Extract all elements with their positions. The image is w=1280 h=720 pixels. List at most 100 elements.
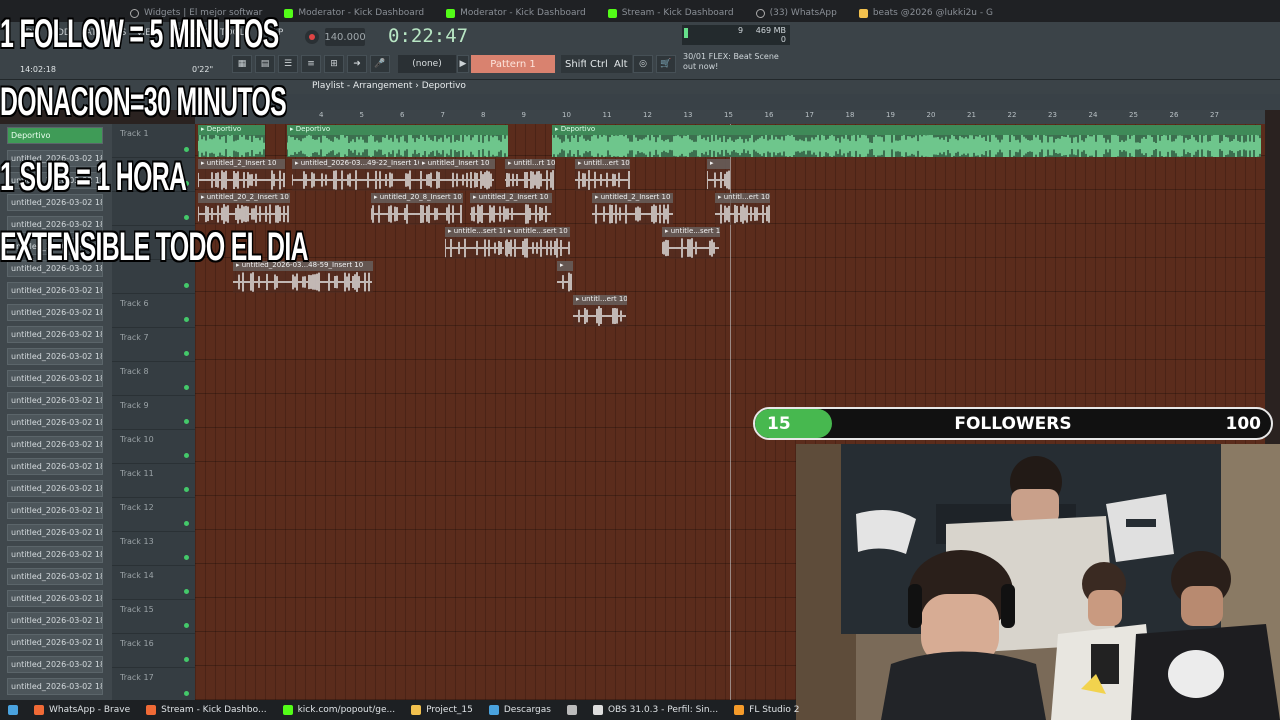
track-header[interactable]: Track 6 xyxy=(112,294,195,328)
pattern-item[interactable]: untitled_2026-03-02 18- xyxy=(7,392,103,409)
taskbar-item[interactable]: kick.com/popout/ge... xyxy=(275,700,404,720)
audio-clip[interactable]: ▸ untitl...ert 10 xyxy=(715,193,770,225)
track-header[interactable]: Track 10 xyxy=(112,430,195,464)
audio-clip[interactable]: ▸ untitled_2_Insert 10 xyxy=(592,193,673,225)
pattern-item[interactable]: untitled_2026-03-02 18- xyxy=(7,304,103,321)
tool-piano-roll-icon[interactable]: ▤ xyxy=(255,55,275,73)
alt-modifier-button[interactable]: Alt xyxy=(610,55,632,73)
song-time-display[interactable]: 0:22:47 xyxy=(388,24,468,48)
audio-clip[interactable]: ▸ untitl...ert 10 xyxy=(573,295,627,327)
audio-clip[interactable]: ▸ untitled_20_8_Insert 10 xyxy=(371,193,463,225)
start-button[interactable] xyxy=(0,700,26,720)
browser-tab[interactable]: Moderator - Kick Dashboard xyxy=(436,4,596,22)
online-icon[interactable]: ◎ xyxy=(633,55,653,73)
audio-clip[interactable]: ▸ xyxy=(707,159,730,191)
ctrl-modifier-button[interactable]: Ctrl xyxy=(586,55,612,73)
audio-clip[interactable]: ▸ Deportivo xyxy=(287,125,508,157)
track-mute-led[interactable] xyxy=(184,555,189,560)
browser-tab[interactable]: (33) WhatsApp xyxy=(746,4,847,22)
tool-playlist-icon[interactable]: ☰ xyxy=(278,55,298,73)
track-header[interactable]: Track 1 xyxy=(112,124,195,158)
audio-clip[interactable]: ▸ untitled_2026-03...49-22_Insert 10 xyxy=(292,159,419,191)
pattern-item[interactable]: untitled_2026-03-02 18- xyxy=(7,436,103,453)
play-pattern-icon[interactable]: ▶ xyxy=(457,55,469,73)
pattern-selector[interactable]: Pattern 1 xyxy=(471,55,555,73)
pattern-item[interactable]: untitled_2026-03-02 18- xyxy=(7,612,103,629)
pattern-item[interactable]: untitled_2026-03-02 18- xyxy=(7,502,103,519)
audio-clip[interactable]: ▸ untitle...sert 10 xyxy=(505,227,570,259)
track-mute-led[interactable] xyxy=(184,147,189,152)
track-mute-led[interactable] xyxy=(184,317,189,322)
track-mute-led[interactable] xyxy=(184,623,189,628)
tempo-display[interactable]: 140.000 xyxy=(324,28,366,46)
taskbar-item[interactable]: WhatsApp - Brave xyxy=(26,700,138,720)
pattern-item[interactable]: untitled_2026-03-02 18- xyxy=(7,546,103,563)
tool-mixer-icon[interactable]: ≡ xyxy=(301,55,321,73)
taskbar-item[interactable]: Stream - Kick Dashbo... xyxy=(138,700,274,720)
shop-icon[interactable]: 🛒 xyxy=(656,55,676,73)
audio-clip[interactable]: ▸ untitled_20_2_Insert 10 xyxy=(198,193,290,225)
pattern-item[interactable]: untitled_2026-03-02 18- xyxy=(7,326,103,343)
track-mute-led[interactable] xyxy=(184,351,189,356)
pattern-item[interactable]: untitled_2026-03-02 18- xyxy=(7,568,103,585)
audio-clip[interactable]: ▸ untitle...sert 10 xyxy=(445,227,505,259)
audio-clip[interactable]: ▸ Deportivo xyxy=(552,125,1261,157)
pattern-item[interactable]: untitled_2026-03-02 18- xyxy=(7,370,103,387)
pattern-item[interactable]: untitled_2026-03-02 18- xyxy=(7,634,103,651)
track-header[interactable]: Track 9 xyxy=(112,396,195,430)
pattern-item[interactable]: untitled_2026-03-02 18- xyxy=(7,458,103,475)
taskbar-item[interactable] xyxy=(559,700,585,720)
pattern-item[interactable]: untitled_2026-03-02 18- xyxy=(7,590,103,607)
track-header[interactable]: Track 16 xyxy=(112,634,195,668)
track-header[interactable]: Track 15 xyxy=(112,600,195,634)
tool-step-sequencer-icon[interactable]: ▦ xyxy=(232,55,252,73)
audio-clip[interactable]: ▸ Deportivo xyxy=(198,125,265,157)
pattern-item[interactable]: untitled_2026-03-02 18- xyxy=(7,656,103,673)
timeline-ruler[interactable]: 4 5 6 7 8 9 10 11 12 13 15 16 17 18 19 20 21 22 23 24 25 26 27 xyxy=(195,110,1265,124)
news-panel[interactable]: 30/01 FLEX: Beat Scene out now! xyxy=(683,52,783,72)
pattern-item[interactable]: untitled_2026-03-02 18- xyxy=(7,678,103,695)
audio-clip[interactable]: ▸ xyxy=(557,261,573,293)
track-mute-led[interactable] xyxy=(184,691,189,696)
track-header[interactable]: Track 8 xyxy=(112,362,195,396)
audio-clip[interactable]: ▸ untitl...rt 10 xyxy=(505,159,555,191)
snap-selector[interactable]: (none) xyxy=(398,55,456,73)
pattern-item-selected[interactable]: Deportivo xyxy=(7,127,103,144)
playlist-breadcrumb[interactable]: Playlist - Arrangement › Deportivo xyxy=(312,81,466,91)
taskbar-item[interactable]: FL Studio 2 xyxy=(726,700,807,720)
tool-browser-icon[interactable]: ➜ xyxy=(347,55,367,73)
browser-tab[interactable]: Stream - Kick Dashboard xyxy=(598,4,744,22)
taskbar-item[interactable]: Descargas xyxy=(481,700,559,720)
pattern-item[interactable]: untitled_2026-03-02 18- xyxy=(7,282,103,299)
track-mute-led[interactable] xyxy=(184,385,189,390)
track-header[interactable]: Track 14 xyxy=(112,566,195,600)
audio-clip[interactable]: ▸ untitled_2_Insert 10 xyxy=(470,193,552,225)
track-mute-led[interactable] xyxy=(184,589,189,594)
microphone-icon[interactable]: 🎤 xyxy=(370,55,390,73)
taskbar-item[interactable]: OBS 31.0.3 - Perfil: Sin... xyxy=(585,700,726,720)
audio-clip[interactable]: ▸ untitled_Insert 10 xyxy=(419,159,495,191)
record-button[interactable] xyxy=(305,30,319,44)
track-header[interactable]: Track 17 xyxy=(112,668,195,702)
audio-clip[interactable]: ▸ untitle...sert 10 xyxy=(662,227,720,259)
track-mute-led[interactable] xyxy=(184,521,189,526)
track-mute-led[interactable] xyxy=(184,657,189,662)
tool-channel-rack-icon[interactable]: ⊞ xyxy=(324,55,344,73)
audio-clip[interactable]: ▸ untitled_2_Insert 10 xyxy=(198,159,285,191)
track-header[interactable]: Track 13 xyxy=(112,532,195,566)
pattern-item[interactable]: untitled_2026-03-02 18- xyxy=(7,524,103,541)
track-mute-led[interactable] xyxy=(184,215,189,220)
pattern-item[interactable]: untitled_2026-03-02 18- xyxy=(7,414,103,431)
track-header[interactable]: Track 11 xyxy=(112,464,195,498)
track-mute-led[interactable] xyxy=(184,283,189,288)
track-header[interactable]: Track 12 xyxy=(112,498,195,532)
pattern-item[interactable]: untitled_2026-03-02 18- xyxy=(7,348,103,365)
track-mute-led[interactable] xyxy=(184,453,189,458)
track-mute-led[interactable] xyxy=(184,419,189,424)
browser-tab[interactable]: Moderator - Kick Dashboard xyxy=(274,4,434,22)
browser-tab[interactable]: beats @2026 @lukki2u - G xyxy=(849,4,1003,22)
taskbar-item[interactable]: Project_15 xyxy=(403,700,481,720)
audio-clip[interactable]: ▸ untitl...ert 10 xyxy=(575,159,630,191)
track-header[interactable]: Track 7 xyxy=(112,328,195,362)
pattern-item[interactable]: untitled_2026-03-02 18- xyxy=(7,480,103,497)
